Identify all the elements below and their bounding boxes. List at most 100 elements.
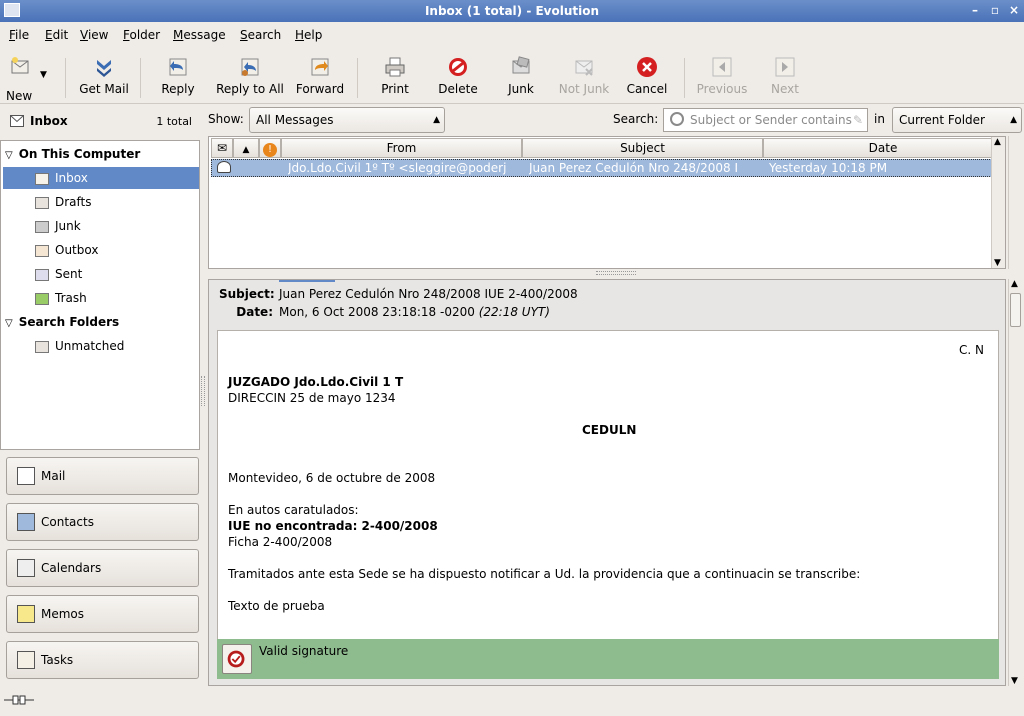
folder-icon (35, 340, 49, 353)
next-label: Next (771, 82, 799, 96)
signature-button[interactable] (222, 644, 252, 674)
not-junk-icon (575, 60, 593, 76)
body-iue: IUE no encontrada: 2-400/2008 (228, 519, 438, 533)
subject-column-header[interactable]: Subject (522, 138, 763, 158)
date-column-header[interactable]: Date (763, 138, 1003, 158)
close-window-button[interactable]: × (1005, 2, 1023, 18)
scroll-down-icon[interactable]: ▼ (994, 258, 1001, 268)
expander-icon[interactable]: ▽ (5, 318, 13, 329)
show-label: Show: (208, 112, 244, 126)
body-place-date: Montevideo, 6 de octubre de 2008 (228, 471, 436, 485)
preview-splitter-handle[interactable] (596, 271, 636, 275)
switcher-memos-button[interactable]: Memos (6, 595, 199, 633)
menubar: File Edit View Folder Message Search Hel… (0, 24, 1024, 46)
menu-search[interactable]: Search (240, 28, 281, 42)
cancel-label: Cancel (626, 82, 668, 96)
message-from: Jdo.Ldo.Civil 1º Tº <sleggire@poderj (288, 161, 507, 175)
new-message-icon (11, 57, 29, 74)
switcher-calendars-button[interactable]: Calendars (6, 549, 199, 587)
cancel-button[interactable]: Cancel (624, 56, 670, 96)
reply-button[interactable]: Reply (155, 56, 201, 96)
date-header-label: Date: (236, 305, 273, 319)
search-scope-combo[interactable]: Current Folder ▲ (892, 107, 1022, 133)
read-status-icon (217, 161, 231, 173)
status-column-header[interactable]: ✉ (211, 138, 233, 158)
tree-group-on-this-computer[interactable]: ▽ On This Computer (5, 143, 140, 165)
offline-status-icon[interactable] (4, 694, 34, 706)
tree-group-search-folders[interactable]: ▽ Search Folders (5, 311, 119, 333)
trash-icon (35, 292, 49, 305)
mail-icon (17, 467, 35, 485)
message-list-scrollbar[interactable]: ▲ ▼ (991, 137, 1005, 268)
scroll-down-icon[interactable]: ▼ (1011, 676, 1018, 686)
reply-to-all-button[interactable]: Reply to All (212, 56, 288, 96)
next-button[interactable]: Next (768, 56, 802, 96)
folder-pane-title: Inbox (30, 114, 68, 128)
switcher-tasks-button[interactable]: Tasks (6, 641, 199, 679)
next-icon (775, 57, 795, 77)
switcher-contacts-button[interactable]: Contacts (6, 503, 199, 541)
switcher-mail-button[interactable]: Mail (6, 457, 199, 495)
body-autos: En autos caratulados: (228, 503, 359, 517)
scroll-thumb[interactable] (1010, 293, 1021, 327)
folder-trash[interactable]: Trash (35, 287, 87, 309)
reply-label: Reply (161, 82, 195, 96)
clear-icon[interactable]: ✎ (853, 109, 863, 131)
menu-file[interactable]: File (9, 28, 29, 42)
scroll-up-icon[interactable]: ▲ (994, 137, 1001, 147)
priority-column-header[interactable]: ! (259, 138, 281, 158)
maximize-button[interactable]: ▫ (986, 2, 1004, 18)
delete-button[interactable]: Delete (436, 56, 480, 96)
pane-splitter-handle[interactable] (201, 376, 205, 406)
envelope-icon: ✉ (216, 141, 228, 155)
contacts-icon (17, 513, 35, 531)
message-body: C. N JUZGADO Jdo.Ldo.Civil 1 T DIRECCIN … (217, 330, 999, 640)
previous-button[interactable]: Previous (695, 56, 749, 96)
printer-icon (385, 57, 405, 77)
combo-arrow-icon: ▲ (433, 115, 440, 125)
menu-help[interactable]: Help (295, 28, 322, 42)
expander-icon[interactable]: ▽ (5, 150, 13, 161)
menu-folder[interactable]: Folder (123, 28, 160, 42)
folder-unmatched[interactable]: Unmatched (35, 335, 124, 357)
menu-view[interactable]: View (80, 28, 108, 42)
list-scrollbar-outer[interactable] (1008, 136, 1022, 269)
show-filter-combo[interactable]: All Messages ▲ (249, 107, 445, 133)
body-ficha: Ficha 2-400/2008 (228, 535, 333, 549)
get-mail-button[interactable]: Get Mail (74, 56, 134, 96)
menu-edit[interactable]: Edit (45, 28, 68, 42)
new-button[interactable]: New ▼ (4, 56, 54, 103)
previous-icon (712, 57, 732, 77)
sent-icon (35, 268, 49, 281)
folder-inbox[interactable]: Inbox (3, 167, 199, 189)
search-label: Search: (613, 112, 659, 126)
body-court: JUZGADO Jdo.Ldo.Civil 1 T (228, 375, 404, 389)
junk-button[interactable]: Junk (503, 56, 539, 96)
forward-button[interactable]: Forward (294, 56, 346, 96)
junk-icon (512, 56, 530, 74)
junk-folder-icon (35, 220, 49, 233)
folder-junk[interactable]: Junk (35, 215, 81, 237)
minimize-button[interactable]: – (966, 2, 984, 18)
toolbar: New ▼ Get Mail Reply Reply to All Forwar… (0, 48, 1024, 104)
from-column-header[interactable]: From (281, 138, 522, 158)
search-icon (670, 112, 684, 126)
flag-column-header[interactable]: ▲ (233, 138, 259, 158)
print-button[interactable]: Print (375, 56, 415, 96)
body-tramitados: Tramitados ante esta Sede se ha dispuest… (228, 567, 861, 581)
search-input[interactable]: Subject or Sender contains ✎ (663, 108, 868, 132)
chevron-down-icon[interactable]: ▼ (40, 70, 47, 80)
not-junk-button[interactable]: Not Junk (556, 56, 612, 96)
scroll-up-icon[interactable]: ▲ (1011, 279, 1018, 289)
preview-scrollbar[interactable]: ▲ ▼ (1008, 279, 1022, 686)
message-row[interactable]: Jdo.Ldo.Civil 1º Tº <sleggire@poderj Jua… (211, 159, 1004, 177)
forward-label: Forward (295, 82, 345, 96)
folder-drafts[interactable]: Drafts (35, 191, 92, 213)
new-label: New (6, 89, 33, 103)
important-icon: ! (263, 143, 277, 157)
forward-icon (311, 58, 329, 76)
combo-arrow-icon: ▲ (1010, 115, 1017, 125)
folder-sent[interactable]: Sent (35, 263, 82, 285)
folder-outbox[interactable]: Outbox (35, 239, 98, 261)
menu-message[interactable]: Message (173, 28, 226, 42)
